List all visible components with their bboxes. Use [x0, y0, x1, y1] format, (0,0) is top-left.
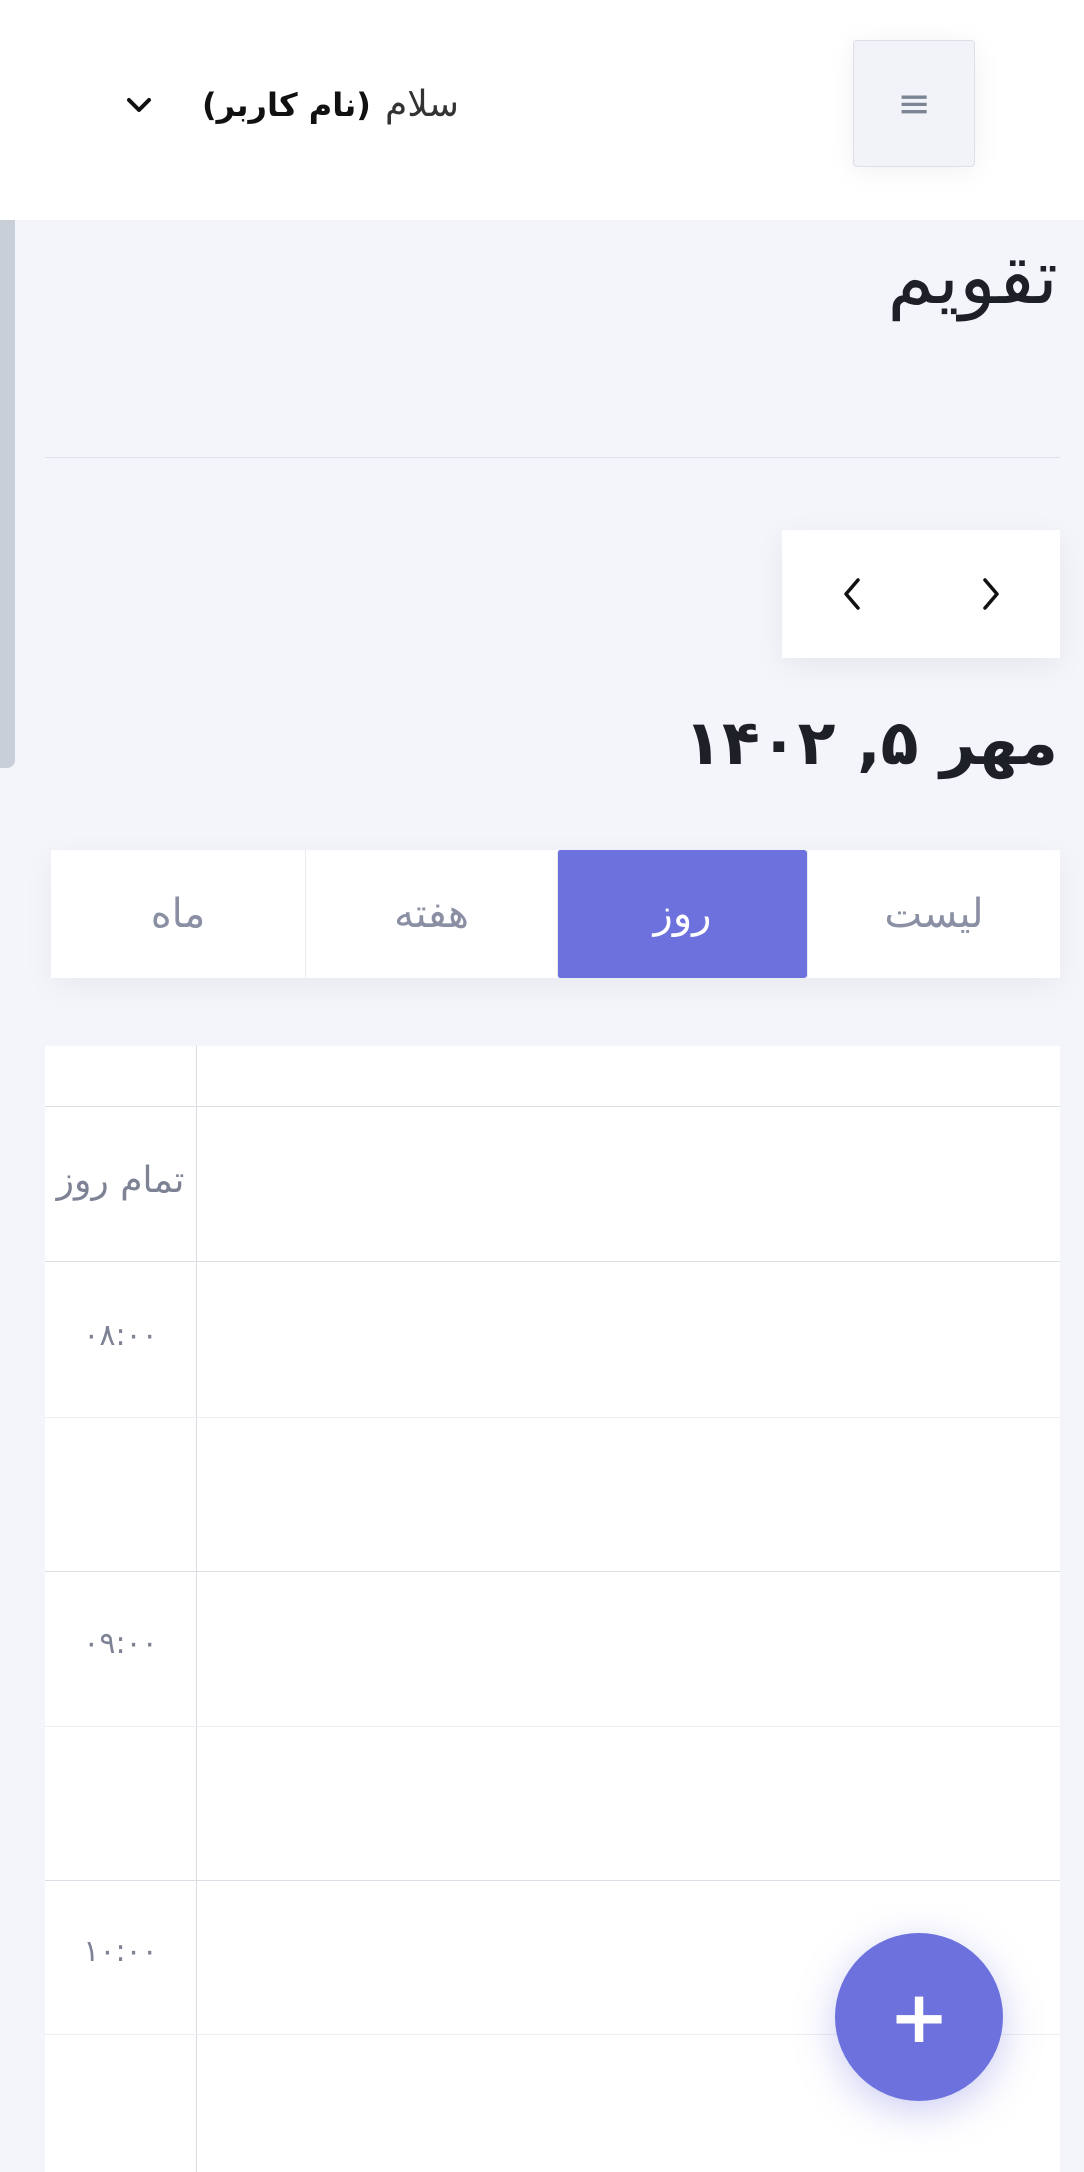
- chevron-down-icon[interactable]: [124, 90, 154, 120]
- greeting-text: سلام: [385, 84, 459, 125]
- page-title: تقویم: [887, 232, 1058, 321]
- time-slot-label: ۰۹:۰۰: [83, 1626, 158, 1661]
- tab-week[interactable]: هفته: [305, 850, 557, 978]
- time-column-divider: [196, 1046, 197, 2172]
- hamburger-icon: ≡: [897, 80, 931, 127]
- scrollbar-thumb[interactable]: [0, 220, 15, 768]
- view-tabs: لیست روز هفته ماه: [51, 850, 1060, 978]
- prev-button[interactable]: [782, 530, 921, 658]
- next-button[interactable]: [921, 530, 1060, 658]
- menu-button[interactable]: ≡: [853, 40, 975, 167]
- date-navigation: [782, 530, 1060, 658]
- grid-line: [45, 1106, 1060, 1107]
- chevron-left-icon: [843, 578, 860, 610]
- grid-line: [45, 1726, 1060, 1727]
- plus-icon: +: [888, 1975, 950, 2059]
- add-event-button[interactable]: +: [835, 1933, 1003, 2101]
- username-text[interactable]: (نام کاربر): [202, 86, 371, 124]
- top-header: ≡ سلام (نام کاربر): [0, 0, 1084, 220]
- grid-line: [45, 1880, 1060, 1881]
- tab-list[interactable]: لیست: [807, 850, 1060, 978]
- divider: [45, 457, 1060, 458]
- tab-month[interactable]: ماه: [51, 850, 305, 978]
- time-slot-label: ۰۸:۰۰: [83, 1318, 158, 1353]
- grid-line: [45, 1261, 1060, 1262]
- time-slot-label: ۱۰:۰۰: [83, 1934, 158, 1969]
- current-date-title: مهر ۵, ۱۴۰۲: [684, 706, 1058, 779]
- chevron-right-icon: [982, 578, 999, 610]
- all-day-label: تمام روز: [56, 1160, 185, 1201]
- grid-line: [45, 1417, 1060, 1418]
- tab-day[interactable]: روز: [557, 850, 807, 978]
- grid-line: [45, 1571, 1060, 1572]
